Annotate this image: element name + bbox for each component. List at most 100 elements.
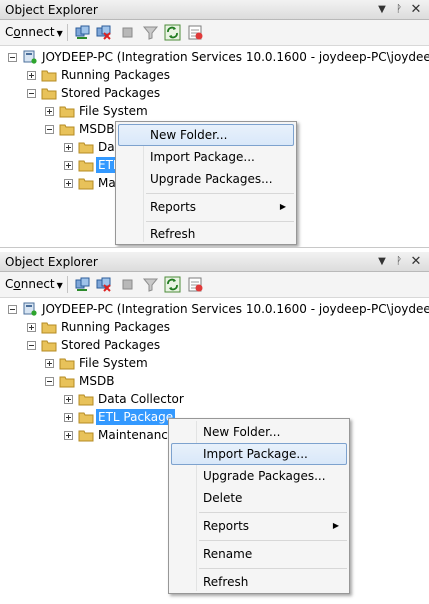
menu-item-reports[interactable]: Reports ▶: [118, 196, 294, 218]
folder-icon: [78, 160, 94, 172]
context-menu: New Folder... Import Package... Upgrade …: [115, 121, 297, 245]
disconnect-icon[interactable]: [95, 24, 112, 41]
folder-open-icon: [41, 88, 57, 100]
collapse-icon[interactable]: [45, 125, 54, 134]
filter-icon[interactable]: [142, 24, 159, 41]
server-icon: [23, 50, 37, 64]
menu-item-label: Reports: [150, 200, 197, 214]
collapse-icon[interactable]: [45, 377, 54, 386]
menu-separator: [199, 568, 347, 569]
collapse-icon[interactable]: [27, 341, 36, 350]
server-icon: [23, 302, 37, 316]
expand-icon[interactable]: [64, 179, 73, 188]
menu-item-reports[interactable]: Reports ▶: [171, 515, 347, 537]
menu-item-upgrade-packages[interactable]: Upgrade Packages...: [171, 465, 347, 487]
expand-icon[interactable]: [64, 143, 73, 152]
chevron-down-icon: ▼: [56, 29, 63, 38]
menu-separator: [199, 540, 347, 541]
menu-item-new-folder[interactable]: New Folder...: [118, 124, 294, 146]
tree-label: JOYDEEP-PC (Integration Services 10.0.16…: [42, 50, 429, 64]
connect-label-b: o: [13, 25, 21, 39]
refresh-icon[interactable]: [164, 276, 181, 293]
title-bar: Object Explorer ▼ ᚹ ✕: [0, 0, 429, 20]
menu-item-label: Reports: [203, 519, 250, 533]
menu-item-upgrade-packages[interactable]: Upgrade Packages...: [118, 168, 294, 190]
collapse-icon[interactable]: [8, 53, 17, 62]
panel-title: Object Explorer: [5, 3, 98, 17]
folder-open-icon: [59, 124, 75, 136]
toolbar: Connect ▼: [0, 272, 429, 298]
menu-separator: [146, 221, 294, 222]
tree-label: Da: [98, 140, 115, 154]
stop-icon[interactable]: [119, 276, 136, 293]
folder-icon: [41, 322, 57, 334]
connect-label-b: o: [13, 277, 21, 291]
menu-separator: [199, 512, 347, 513]
connect-button[interactable]: Connect ▼: [5, 25, 63, 39]
dropdown-arrow-icon[interactable]: ▼: [375, 2, 389, 17]
menu-item-import-package[interactable]: Import Package...: [118, 146, 294, 168]
panel-title: Object Explorer: [5, 255, 98, 269]
activity-monitor-icon[interactable]: [187, 276, 204, 293]
tree-label: File System: [79, 356, 148, 370]
object-explorer-panel-1: Object Explorer ▼ ᚹ ✕ Connect ▼ JOYDEEP-P…: [0, 0, 429, 248]
dropdown-arrow-icon[interactable]: ▼: [375, 254, 389, 269]
expand-icon[interactable]: [64, 395, 73, 404]
tree-label: Running Packages: [61, 68, 170, 82]
folder-icon: [78, 142, 94, 154]
connect-object-explorer-icon[interactable]: [74, 24, 91, 41]
toolbar: Connect ▼: [0, 20, 429, 46]
collapse-icon[interactable]: [27, 89, 36, 98]
refresh-icon[interactable]: [164, 24, 181, 41]
connect-button[interactable]: Connect ▼: [5, 277, 63, 291]
tree-label: MSDB: [79, 374, 115, 388]
submenu-arrow-icon: ▶: [332, 521, 339, 530]
pin-icon[interactable]: ᚹ: [392, 2, 406, 17]
tree-label: Stored Packages: [61, 338, 161, 352]
disconnect-icon[interactable]: [95, 276, 112, 293]
expand-icon[interactable]: [45, 107, 54, 116]
menu-item-refresh[interactable]: Refresh: [118, 223, 294, 245]
tree-label: Data Collector: [98, 392, 184, 406]
expand-icon[interactable]: [45, 359, 54, 368]
toolbar-separator: [67, 24, 68, 41]
tree-label: JOYDEEP-PC (Integration Services 10.0.16…: [42, 302, 429, 316]
menu-item-refresh[interactable]: Refresh: [171, 571, 347, 593]
tree-label: Stored Packages: [61, 86, 161, 100]
toolbar-separator: [67, 276, 68, 293]
connect-label-c: nnect: [20, 277, 55, 291]
stop-icon[interactable]: [119, 24, 136, 41]
menu-item-new-folder[interactable]: New Folder...: [171, 421, 347, 443]
object-explorer-panel-2: Object Explorer ▼ ᚹ ✕ Connect ▼ JOYDEEP-P…: [0, 252, 429, 604]
expand-icon[interactable]: [64, 413, 73, 422]
expand-icon[interactable]: [64, 431, 73, 440]
menu-item-rename[interactable]: Rename: [171, 543, 347, 565]
connect-label-c: nnect: [20, 25, 55, 39]
filter-icon[interactable]: [142, 276, 159, 293]
title-bar: Object Explorer ▼ ᚹ ✕: [0, 252, 429, 272]
activity-monitor-icon[interactable]: [187, 24, 204, 41]
tree-label: MSDB: [79, 122, 115, 136]
folder-open-icon: [41, 340, 57, 352]
close-icon[interactable]: ✕: [409, 254, 423, 269]
submenu-arrow-icon: ▶: [279, 202, 286, 211]
folder-icon: [78, 178, 94, 190]
folder-icon: [78, 394, 94, 406]
menu-item-import-package[interactable]: Import Package...: [171, 443, 347, 465]
tree-label: Maintenance: [98, 428, 176, 442]
menu-separator: [146, 193, 294, 194]
chevron-down-icon: ▼: [56, 281, 63, 290]
close-icon[interactable]: ✕: [409, 2, 423, 17]
connect-object-explorer-icon[interactable]: [74, 276, 91, 293]
tree-label: File System: [79, 104, 148, 118]
menu-item-delete[interactable]: Delete: [171, 487, 347, 509]
folder-icon: [59, 106, 75, 118]
pin-icon[interactable]: ᚹ: [392, 254, 406, 269]
folder-icon: [59, 358, 75, 370]
collapse-icon[interactable]: [8, 305, 17, 314]
folder-open-icon: [59, 376, 75, 388]
expand-icon[interactable]: [64, 161, 73, 170]
expand-icon[interactable]: [27, 71, 36, 80]
expand-icon[interactable]: [27, 323, 36, 332]
folder-icon: [78, 430, 94, 442]
